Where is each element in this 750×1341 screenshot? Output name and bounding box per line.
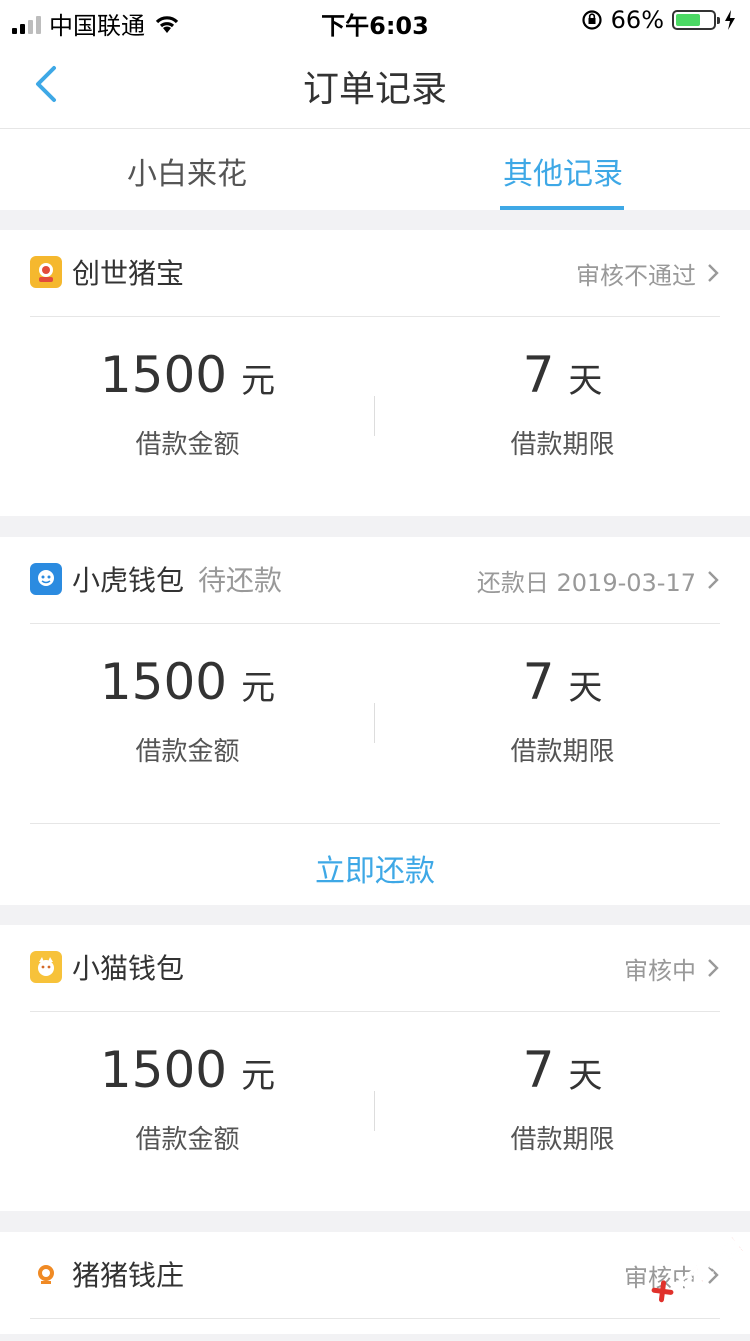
order-card[interactable]: 创世猪宝 审核不通过 1500 元 借款金额 7天 借款期限: [0, 230, 750, 516]
loan-term-label: 借款期限: [510, 737, 615, 767]
order-status: 审核不通过: [576, 262, 696, 290]
pig-treasure-icon: [30, 256, 62, 288]
chevron-right-icon: [708, 264, 719, 282]
order-card[interactable]: 猪猪钱庄 审核中: [0, 1232, 750, 1334]
order-stats: 1500 元 借款金额 7天 借款期限: [0, 623, 750, 823]
app-name: 猪猪钱庄: [72, 1259, 185, 1292]
order-card-header[interactable]: 创世猪宝 审核不通过: [30, 230, 720, 317]
chevron-right-icon: [708, 959, 719, 977]
app-name: 创世猪宝: [72, 257, 185, 290]
repay-now-button[interactable]: 立即还款: [30, 824, 720, 890]
loan-term: 7天: [522, 346, 603, 404]
battery-icon: [672, 10, 720, 30]
order-badge: 待还款: [198, 564, 283, 597]
battery-percent: 66%: [610, 6, 664, 34]
order-card[interactable]: 小虎钱包 待还款 还款日 2019-03-17 1500 元 借款金额 7天 借款…: [0, 537, 750, 905]
repay-date: 还款日 2019-03-17: [476, 569, 696, 597]
nav-bar: 订单记录: [0, 40, 750, 129]
status-bar: 中国联通 下午6:03 66%: [0, 0, 750, 40]
loan-term-label: 借款期限: [510, 1125, 615, 1155]
loan-term: 7天: [522, 1041, 603, 1099]
card-footer: 立即还款: [30, 823, 720, 906]
loan-amount-label: 借款金额: [135, 430, 240, 460]
order-card[interactable]: 小猫钱包 审核中 1500 元 借款金额 7天 借款期限: [0, 925, 750, 1211]
loan-amount-label: 借款金额: [135, 737, 240, 767]
pig-bank-icon: [30, 1258, 62, 1290]
battery-fill: [676, 14, 700, 26]
tab-other-records[interactable]: 其他记录: [503, 149, 623, 193]
page-title: 订单记录: [302, 69, 447, 110]
loan-term-label: 借款期限: [510, 430, 615, 460]
active-tab-indicator: [500, 206, 624, 210]
loan-amount: 1500 元: [99, 653, 276, 711]
tab-xiaobai[interactable]: 小白来花: [127, 149, 247, 193]
cat-wallet-icon: [30, 951, 62, 983]
order-stats: 1500 元 借款金额 7天 借款期限: [0, 316, 750, 516]
order-status: 审核中: [624, 957, 696, 985]
loan-term: 7天: [522, 653, 603, 711]
loan-amount: 1500 元: [99, 1041, 276, 1099]
watermark-text: 卡农社区: [670, 1232, 748, 1300]
loan-amount: 1500 元: [99, 346, 276, 404]
loan-amount-label: 借款金额: [135, 1125, 240, 1155]
charging-icon: [725, 10, 735, 30]
order-stats: 1500 元 借款金额 7天 借款期限: [0, 1011, 750, 1211]
app-name: 小猫钱包: [72, 952, 185, 985]
order-card-header[interactable]: 猪猪钱庄 审核中: [30, 1232, 720, 1319]
rotation-lock-icon: [582, 10, 602, 30]
status-right: 66%: [581, 6, 736, 34]
app-name: 小虎钱包: [72, 564, 185, 597]
order-card-header[interactable]: 小猫钱包 审核中: [30, 925, 720, 1012]
tiger-wallet-icon: [30, 563, 62, 595]
chevron-right-icon: [708, 571, 719, 589]
order-card-header[interactable]: 小虎钱包 待还款 还款日 2019-03-17: [30, 537, 720, 624]
tab-bar: 小白来花 其他记录: [0, 129, 750, 210]
